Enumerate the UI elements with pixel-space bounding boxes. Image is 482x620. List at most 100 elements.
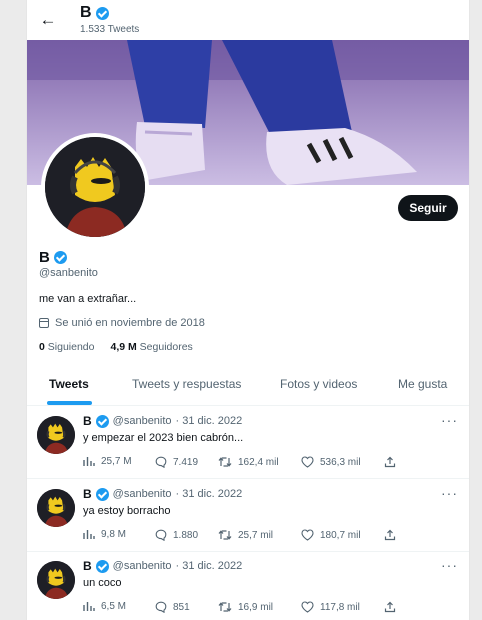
more-icon[interactable]: ··· [441, 485, 458, 501]
tweet-handle[interactable]: @sanbenito [113, 415, 172, 427]
profile-name: B [39, 249, 67, 266]
views-icon [83, 457, 95, 466]
reply-count: 7.419 [173, 456, 199, 468]
reply-count: 1.880 [173, 529, 199, 541]
reply-button[interactable]: 1.880 [155, 529, 198, 541]
tweet-handle[interactable]: @sanbenito [113, 560, 172, 572]
profile-handle: @sanbenito [39, 267, 98, 279]
like-count: 117,8 mil [320, 601, 360, 613]
tweet-avatar[interactable] [37, 489, 75, 527]
more-icon[interactable]: ··· [441, 557, 458, 573]
like-count: 180,7 mil [320, 529, 361, 541]
profile-name-text: B [39, 249, 50, 266]
share-button[interactable] [384, 456, 396, 468]
share-icon [384, 456, 396, 468]
tweet-author-name[interactable]: B [83, 559, 92, 573]
followers-link[interactable]: 4,9 M Seguidores [110, 341, 192, 353]
tweet-count: 1.533 Tweets [80, 24, 140, 35]
top-bar: ← B 1.533 Tweets [27, 0, 469, 40]
like-button[interactable]: 180,7 mil [301, 529, 361, 541]
tweet[interactable]: B @sanbenito · 31 dic. 2022 ··· un coco … [27, 551, 469, 620]
verified-badge-icon [95, 559, 109, 573]
retweet-icon [218, 457, 232, 467]
join-date-text: Se unió en noviembre de 2018 [55, 317, 205, 329]
avatar-image [45, 137, 145, 237]
followers-count: 4,9 M [110, 341, 137, 353]
tweet[interactable]: B @sanbenito · 31 dic. 2022 ··· ya estoy… [27, 479, 469, 552]
tweet-date[interactable]: · 31 dic. 2022 [176, 415, 243, 427]
tab-media[interactable]: Fotos y videos [280, 366, 357, 405]
followers-label: Seguidores [139, 341, 193, 353]
views-button[interactable]: 25,7 M [83, 456, 132, 467]
views-icon [83, 530, 95, 539]
retweet-button[interactable]: 25,7 mil [218, 529, 273, 541]
follow-stats: 0 Siguiendo 4,9 M Seguidores [39, 341, 193, 353]
retweet-button[interactable]: 16,9 mil [218, 601, 273, 613]
tweet-actions: 6,5 M 851 16,9 mil 117,8 mil [83, 601, 463, 615]
share-button[interactable] [384, 529, 396, 541]
more-icon[interactable]: ··· [441, 412, 458, 428]
views-button[interactable]: 6,5 M [83, 601, 126, 612]
retweet-icon [218, 530, 232, 540]
arrow-left-icon[interactable]: ← [37, 9, 59, 31]
tab-tweets-replies[interactable]: Tweets y respuestas [132, 366, 241, 405]
like-button[interactable]: 117,8 mil [301, 601, 360, 613]
share-icon [384, 529, 396, 541]
views-button[interactable]: 9,8 M [83, 529, 126, 540]
tweet-author-name[interactable]: B [83, 414, 92, 428]
tweet-avatar[interactable] [37, 416, 75, 454]
profile-bio: me van a extrañar... [39, 293, 137, 305]
tweet-date[interactable]: · 31 dic. 2022 [176, 560, 243, 572]
tweet-header: B @sanbenito · 31 dic. 2022 [83, 559, 242, 573]
header-title: B [80, 4, 109, 22]
like-icon [301, 456, 314, 468]
views-count: 9,8 M [101, 529, 127, 540]
tab-tweets[interactable]: Tweets [49, 366, 89, 405]
share-button[interactable] [384, 601, 396, 613]
tweet-author-name[interactable]: B [83, 487, 92, 501]
retweet-icon [218, 602, 232, 612]
tweet-handle[interactable]: @sanbenito [113, 488, 172, 500]
tweet-actions: 9,8 M 1.880 25,7 mil 180,7 mil [83, 529, 463, 543]
retweet-button[interactable]: 162,4 mil [218, 456, 279, 468]
following-label: Siguiendo [47, 341, 95, 353]
profile-avatar[interactable] [41, 133, 149, 241]
avatar-image [37, 416, 75, 454]
reply-button[interactable]: 7.419 [155, 456, 198, 468]
profile-tabs: Tweets Tweets y respuestas Fotos y video… [27, 366, 469, 406]
following-link[interactable]: 0 Siguiendo [39, 341, 94, 353]
views-count: 25,7 M [101, 456, 132, 467]
verified-badge-icon [95, 414, 109, 428]
retweet-count: 25,7 mil [238, 529, 274, 541]
tweet-text: un coco [83, 577, 122, 589]
like-count: 536,3 mil [320, 456, 361, 468]
reply-count: 851 [173, 601, 190, 613]
verified-badge-icon [95, 487, 109, 501]
avatar-image [37, 489, 75, 527]
reply-icon [155, 456, 167, 468]
active-tab-indicator [47, 401, 92, 405]
reply-icon [155, 529, 167, 541]
views-icon [83, 602, 95, 611]
tweet-header: B @sanbenito · 31 dic. 2022 [83, 414, 242, 428]
verified-badge-icon [53, 251, 67, 264]
following-count: 0 [39, 341, 45, 353]
like-icon [301, 529, 314, 541]
tab-likes[interactable]: Me gusta [398, 366, 447, 405]
tweet[interactable]: B @sanbenito · 31 dic. 2022 ··· y empeza… [27, 406, 469, 479]
retweet-count: 162,4 mil [238, 456, 279, 468]
tweet-date[interactable]: · 31 dic. 2022 [176, 488, 243, 500]
like-button[interactable]: 536,3 mil [301, 456, 361, 468]
tweet-text: y empezar el 2023 bien cabrón... [83, 432, 244, 444]
tweet-avatar[interactable] [37, 561, 75, 599]
join-date: Se unió en noviembre de 2018 [39, 317, 205, 329]
follow-button[interactable]: Seguir [398, 195, 458, 221]
verified-badge-icon [95, 6, 109, 20]
header-name: B [80, 4, 92, 21]
reply-button[interactable]: 851 [155, 601, 190, 613]
retweet-count: 16,9 mil [238, 601, 274, 613]
tweet-actions: 25,7 M 7.419 162,4 mil 536,3 mil [83, 456, 463, 470]
share-icon [384, 601, 396, 613]
tweet-text: ya estoy borracho [83, 505, 171, 517]
reply-icon [155, 601, 167, 613]
